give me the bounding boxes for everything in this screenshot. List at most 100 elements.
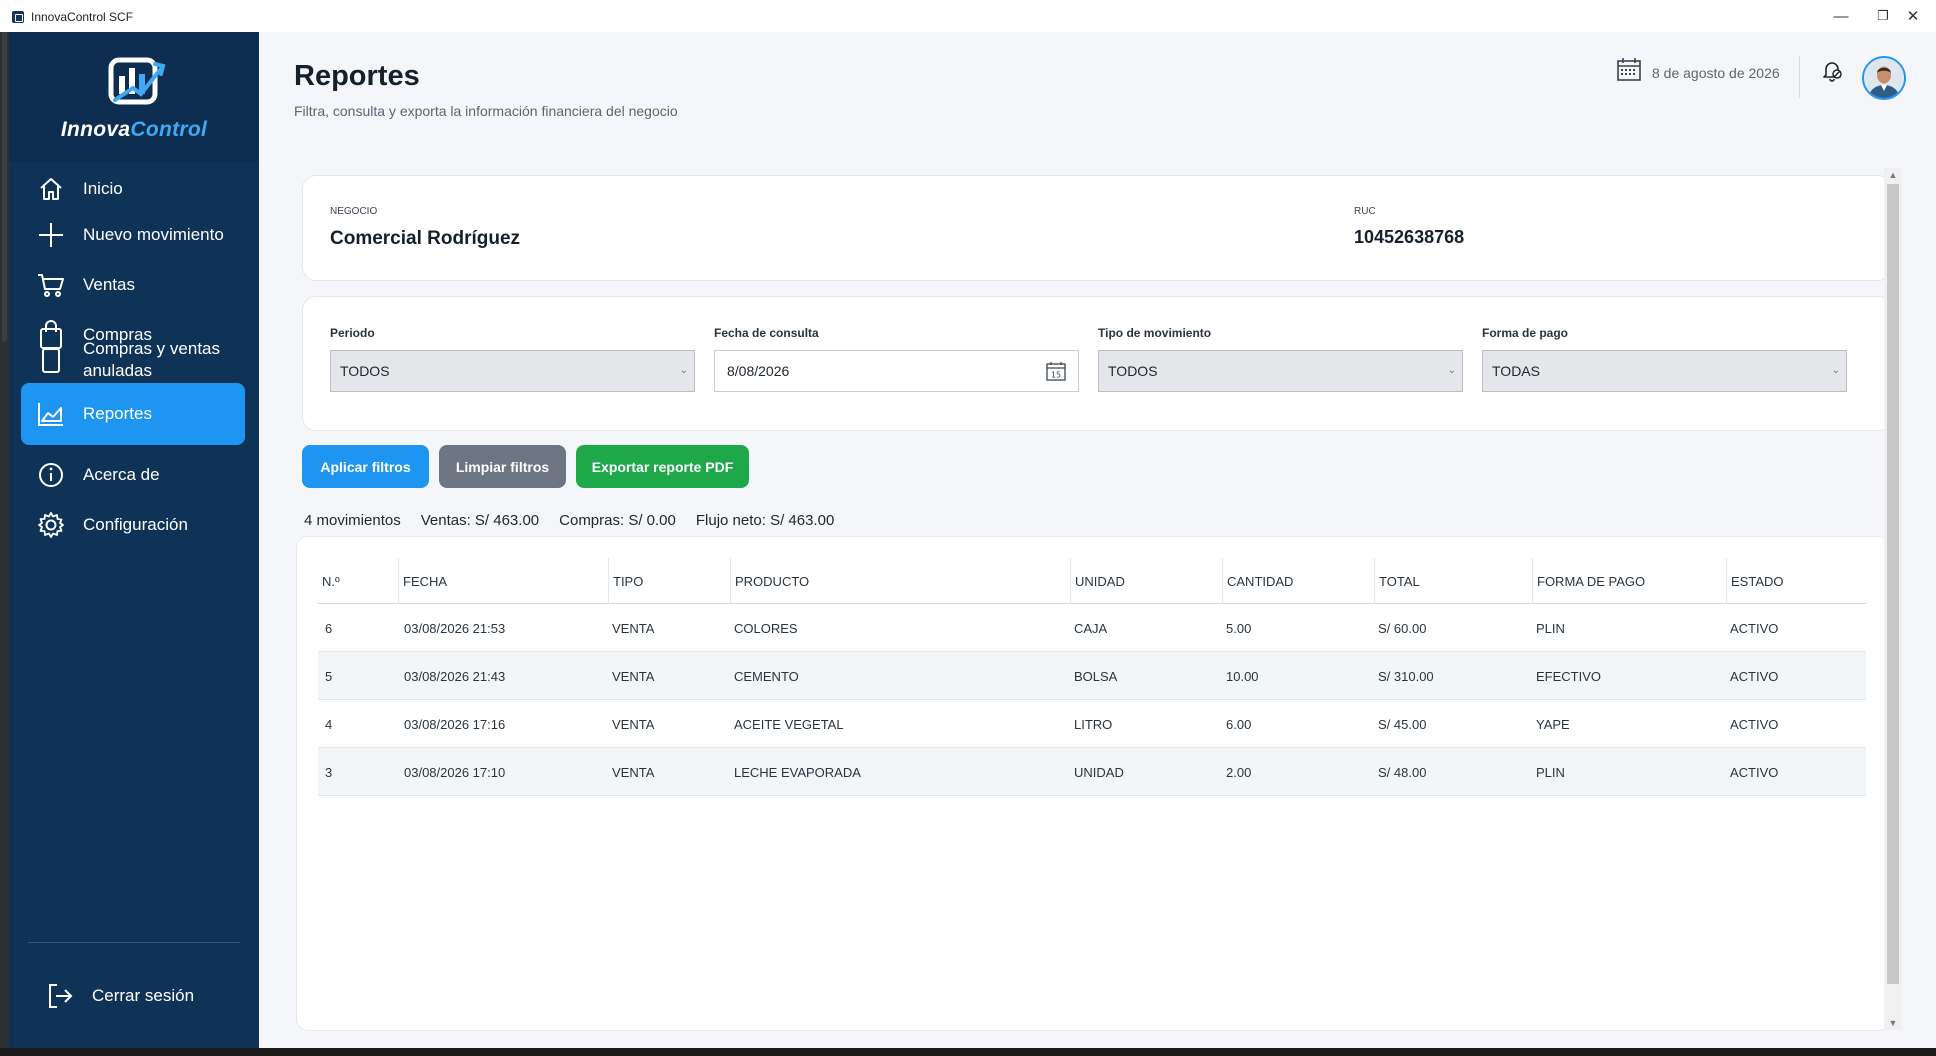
cell-status: ACTIVO (1730, 716, 1779, 732)
cell-payment-method: PLIN (1536, 764, 1565, 780)
cell-total: S/ 60.00 (1378, 620, 1427, 636)
sidebar-edge (0, 32, 9, 1048)
chart-icon (35, 398, 67, 430)
logo-text-accent: Control (130, 118, 208, 141)
date-picker[interactable]: 8/08/2026 15 (714, 350, 1079, 392)
cart-icon (35, 269, 67, 301)
sidebar-item-label: Configuración (83, 515, 188, 534)
document-icon (35, 344, 67, 376)
cell-product: ACEITE VEGETAL (734, 716, 844, 732)
period-label: Periodo (330, 326, 375, 340)
cell-payment-method: EFECTIVO (1536, 668, 1602, 684)
cell-product: LECHE EVAPORADA (734, 764, 861, 780)
column-header-date[interactable]: FECHA (398, 558, 608, 604)
ruc-value: 10452638768 (1354, 227, 1465, 247)
logout-label: Cerrar sesión (92, 986, 195, 1005)
sidebar-item-label: Reportes (83, 404, 152, 423)
column-header-quantity[interactable]: CANTIDAD (1222, 558, 1374, 604)
business-card (302, 175, 1892, 281)
sidebar-item-reportes[interactable]: Reportes (21, 383, 245, 445)
cell-number: 3 (325, 764, 333, 780)
ruc-caption: RUC (1354, 206, 1376, 217)
column-header-number[interactable]: N.º (318, 558, 398, 604)
table-row[interactable]: 5 03/08/2026 21:43 VENTA CEMENTO BOLSA 1… (318, 652, 1866, 700)
chevron-down-icon: ⌄ (1831, 365, 1840, 376)
period-select[interactable]: TODOS ⌄ (330, 350, 695, 392)
app-icon (12, 11, 24, 23)
cell-number: 4 (325, 716, 333, 732)
cell-unit: UNIDAD (1074, 764, 1124, 780)
logo: InnovaControl (9, 32, 259, 162)
cell-date: 03/08/2026 21:43 (404, 668, 506, 684)
payment-method-value: TODAS (1492, 363, 1540, 379)
sidebar-item-label: Nuevo movimiento (83, 225, 224, 244)
table-row[interactable]: 3 03/08/2026 17:10 VENTA LECHE EVAPORADA… (318, 748, 1866, 796)
sidebar-item-configuracion[interactable]: Configuración (21, 494, 245, 556)
cell-type: VENTA (612, 764, 655, 780)
table-header: N.º FECHA TIPO PRODUCTO UNIDAD CANTIDAD … (318, 558, 1866, 604)
scroll-down-icon[interactable]: ▼ (1884, 1016, 1902, 1030)
column-header-payment-method[interactable]: FORMA DE PAGO (1532, 558, 1726, 604)
vertical-scrollbar[interactable]: ▲ ▼ (1884, 168, 1902, 1030)
cell-date: 03/08/2026 17:16 (404, 716, 506, 732)
sidebar-divider (28, 942, 240, 943)
cell-status: ACTIVO (1730, 668, 1779, 684)
notifications-off-icon[interactable] (1820, 58, 1844, 82)
scroll-up-icon[interactable]: ▲ (1884, 168, 1902, 182)
sidebar-item-label: Ventas (83, 275, 135, 294)
logo-text: InnovaControl (9, 118, 259, 142)
column-header-product[interactable]: PRODUCTO (730, 558, 1070, 604)
payment-method-label: Forma de pago (1482, 326, 1569, 340)
cell-unit: LITRO (1074, 716, 1113, 732)
logout-icon (44, 980, 76, 1012)
business-name-caption: NEGOCIO (330, 206, 378, 217)
apply-filters-button[interactable]: Aplicar filtros (302, 445, 429, 488)
table-row[interactable]: 6 03/08/2026 21:53 VENTA COLORES CAJA 5.… (318, 604, 1866, 652)
cell-type: VENTA (612, 668, 655, 684)
avatar[interactable] (1862, 56, 1906, 100)
export-pdf-button[interactable]: Exportar reporte PDF (576, 445, 749, 488)
logo-text-main: Innova (60, 118, 131, 141)
gear-icon (35, 509, 67, 541)
date-label: Fecha de consulta (714, 326, 819, 340)
sidebar-item-anuladas[interactable]: Compras y ventas anuladas (21, 329, 245, 391)
column-header-total[interactable]: TOTAL (1374, 558, 1532, 604)
current-date: 8 de agosto de 2026 (1652, 65, 1780, 81)
logout-button[interactable]: Cerrar sesión (30, 965, 254, 1027)
cell-total: S/ 48.00 (1378, 764, 1427, 780)
movement-type-select[interactable]: TODOS ⌄ (1098, 350, 1463, 392)
period-select-value: TODOS (340, 363, 390, 379)
column-header-unit[interactable]: UNIDAD (1070, 558, 1222, 604)
sidebar-item-label: Acerca de (83, 465, 160, 484)
close-button[interactable]: ✕ (1890, 0, 1936, 32)
app-window: InnovaControl SCF — ❐ ✕ InnovaControl In… (0, 0, 1936, 1056)
cell-payment-method: YAPE (1536, 716, 1570, 732)
scrollbar-thumb[interactable] (1887, 184, 1899, 984)
cell-type: VENTA (612, 620, 655, 636)
cell-product: COLORES (734, 620, 798, 636)
sidebar-item-label: Compras y ventas anuladas (83, 339, 220, 380)
cell-quantity: 2.00 (1226, 764, 1252, 780)
column-header-status[interactable]: ESTADO (1726, 558, 1866, 604)
net-flow: Flujo neto: S/ 463.00 (695, 512, 835, 529)
clear-filters-button[interactable]: Limpiar filtros (439, 445, 566, 488)
cell-payment-method: PLIN (1536, 620, 1565, 636)
table-row[interactable]: 4 03/08/2026 17:16 VENTA ACEITE VEGETAL … (318, 700, 1866, 748)
cell-date: 03/08/2026 21:53 (404, 620, 506, 636)
chevron-down-icon: ⌄ (1447, 365, 1456, 376)
column-header-type[interactable]: TIPO (608, 558, 730, 604)
page-subtitle: Filtra, consulta y exporta la informació… (294, 103, 678, 119)
logo-icon (108, 57, 166, 105)
summary-bar: 4 movimientos Ventas: S/ 463.00 Compras:… (304, 512, 854, 529)
calendar-picker-icon[interactable]: 15 (1046, 361, 1066, 381)
cell-status: ACTIVO (1730, 764, 1779, 780)
cell-total: S/ 310.00 (1378, 668, 1434, 684)
movement-count: 4 movimientos (304, 512, 401, 529)
minimize-button[interactable]: — (1818, 0, 1864, 32)
cell-number: 6 (325, 620, 333, 636)
payment-method-select[interactable]: TODAS ⌄ (1482, 350, 1847, 392)
window-title: InnovaControl SCF (31, 10, 134, 24)
sales-total: Ventas: S/ 463.00 (420, 512, 540, 529)
plus-icon (35, 219, 67, 251)
header-divider (1799, 56, 1800, 98)
